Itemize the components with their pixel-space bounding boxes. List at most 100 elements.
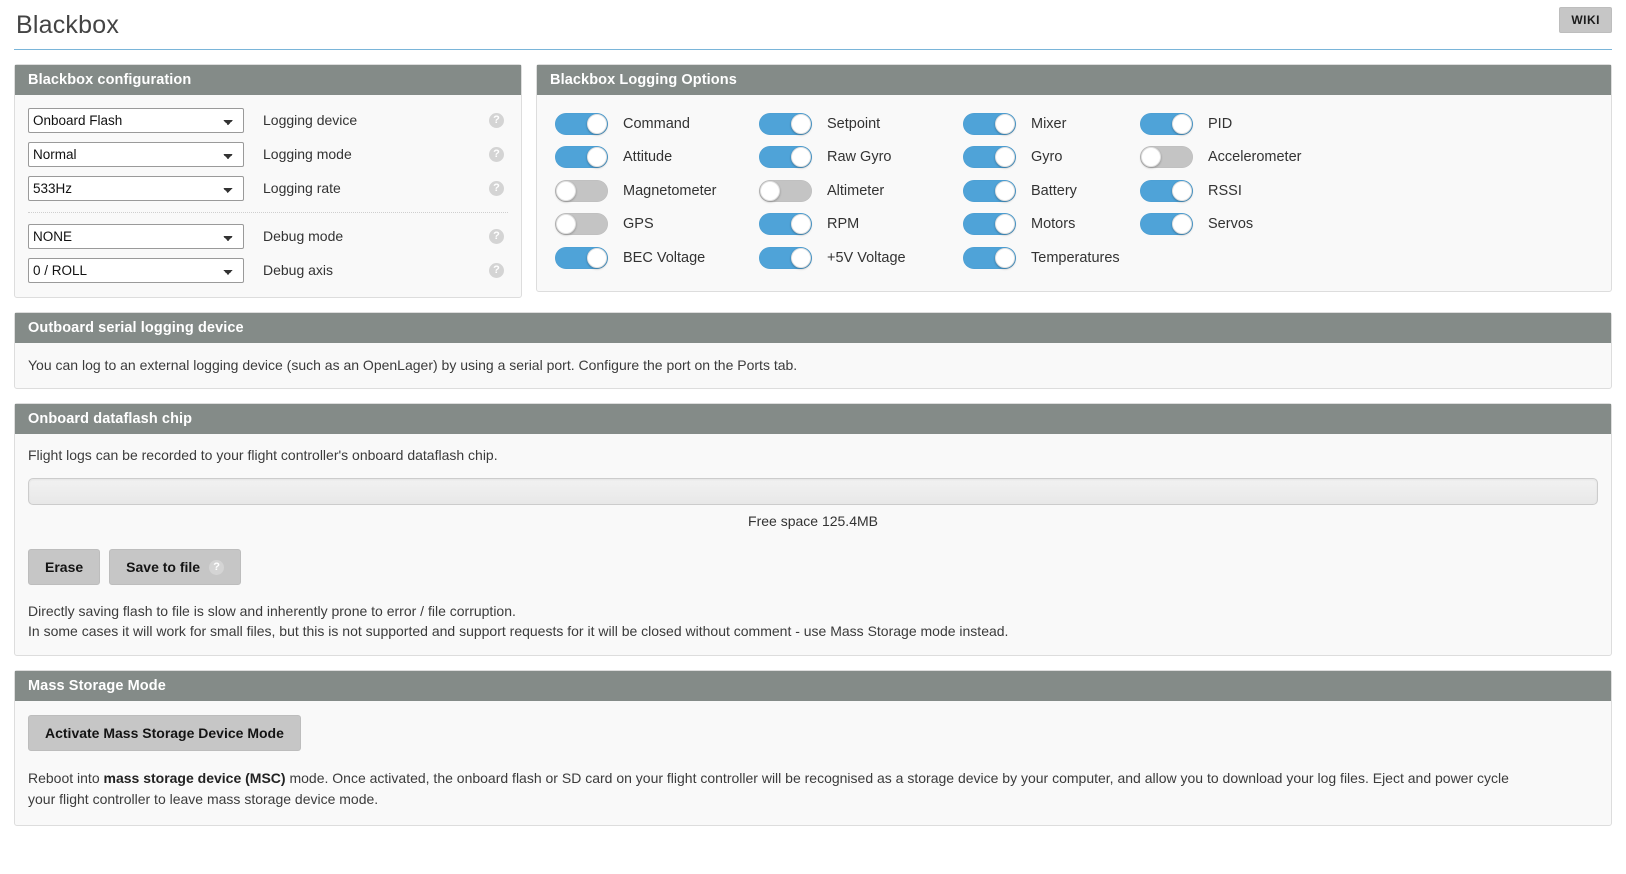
free-space-label: Free space 125.4MB: [28, 513, 1598, 529]
save-to-file-button[interactable]: Save to file ?: [109, 549, 241, 585]
toggle-knob: [995, 181, 1015, 201]
toggle-label: GPS: [623, 216, 654, 232]
help-icon[interactable]: ?: [489, 229, 504, 244]
help-icon[interactable]: ?: [489, 113, 504, 128]
mass-storage-mode-body: Activate Mass Storage Device Mode Reboot…: [15, 701, 1611, 825]
logging-option-setpoint: Setpoint: [759, 107, 963, 141]
toggle-label: Servos: [1208, 216, 1253, 232]
panel-title-outboard-serial: Outboard serial logging device: [15, 313, 1611, 343]
panel-title-mass-storage-mode: Mass Storage Mode: [15, 671, 1611, 701]
toggle-switch[interactable]: [1140, 146, 1193, 168]
toggle-knob: [1172, 181, 1192, 201]
toggle-knob: [1172, 214, 1192, 234]
logging-option-rpm: RPM: [759, 208, 963, 242]
toggle-switch[interactable]: [1140, 180, 1193, 202]
toggle-label: Altimeter: [827, 183, 884, 199]
toggle-switch[interactable]: [759, 180, 812, 202]
top-row: Blackbox configuration Onboard Flash Log…: [14, 64, 1612, 312]
debug-mode-label: Debug mode: [263, 228, 489, 244]
logging-rate-select[interactable]: 533Hz: [28, 176, 244, 201]
toggle-switch[interactable]: [555, 180, 608, 202]
debug-axis-select[interactable]: 0 / ROLL: [28, 258, 244, 283]
toggle-switch[interactable]: [555, 113, 608, 135]
toggle-switch[interactable]: [555, 247, 608, 269]
logging-option-motors: Motors: [963, 208, 1140, 242]
toggle-knob: [791, 248, 811, 268]
config-row-debug-mode: NONE Debug mode ?: [28, 219, 508, 253]
logging-option-rssi: RSSI: [1140, 174, 1598, 208]
toggle-switch[interactable]: [963, 146, 1016, 168]
help-icon[interactable]: ?: [489, 181, 504, 196]
logging-device-label: Logging device: [263, 112, 489, 128]
toggle-switch[interactable]: [759, 247, 812, 269]
help-icon[interactable]: ?: [209, 560, 224, 575]
toggle-switch[interactable]: [1140, 113, 1193, 135]
logging-mode-label: Logging mode: [263, 146, 489, 162]
activate-msc-button[interactable]: Activate Mass Storage Device Mode: [28, 715, 301, 751]
logging-option-magnetometer: Magnetometer: [555, 174, 759, 208]
blackbox-logging-options-panel: Blackbox Logging Options Command Setpoint…: [536, 64, 1612, 292]
outboard-serial-description: You can log to an external logging devic…: [28, 355, 1598, 375]
msc-description: Reboot into mass storage device (MSC) mo…: [28, 768, 1538, 810]
logging-device-select[interactable]: Onboard Flash: [28, 108, 244, 133]
logging-option-mixer: Mixer: [963, 107, 1140, 141]
toggle-label: Gyro: [1031, 149, 1062, 165]
toggle-switch[interactable]: [963, 113, 1016, 135]
toggle-switch[interactable]: [1140, 213, 1193, 235]
dataflash-warning: Directly saving flash to file is slow an…: [28, 602, 1598, 641]
toggle-switch[interactable]: [555, 213, 608, 235]
config-row-logging-device: Onboard Flash Logging device ?: [28, 103, 508, 137]
wiki-button[interactable]: WIKI: [1559, 7, 1612, 33]
logging-options-body: CommandSetpointMixerPIDAttitudeRaw GyroG…: [537, 95, 1611, 291]
panel-title-logging-options: Blackbox Logging Options: [537, 65, 1611, 95]
toggle-switch[interactable]: [759, 113, 812, 135]
toggle-label: Command: [623, 116, 690, 132]
logging-option-accelerometer: Accelerometer: [1140, 141, 1598, 175]
toggle-knob: [556, 181, 576, 201]
toggle-label: Temperatures: [1031, 250, 1120, 266]
onboard-dataflash-panel: Onboard dataflash chip Flight logs can b…: [14, 403, 1612, 656]
logging-option-gyro: Gyro: [963, 141, 1140, 175]
toggle-switch[interactable]: [759, 146, 812, 168]
logging-option-raw-gyro: Raw Gyro: [759, 141, 963, 175]
toggle-switch[interactable]: [555, 146, 608, 168]
toggle-label: +5V Voltage: [827, 250, 906, 266]
tab-header: Blackbox WIKI: [14, 0, 1612, 50]
toggle-label: Magnetometer: [623, 183, 717, 199]
toggle-knob: [1141, 147, 1161, 167]
panel-title-blackbox-configuration: Blackbox configuration: [15, 65, 521, 95]
outboard-serial-body: You can log to an external logging devic…: [15, 343, 1611, 388]
toggle-label: Motors: [1031, 216, 1075, 232]
logging-option-command: Command: [555, 107, 759, 141]
toggle-knob: [1172, 114, 1192, 134]
toggle-knob: [556, 214, 576, 234]
dataflash-description: Flight logs can be recorded to your flig…: [28, 447, 1598, 463]
help-icon[interactable]: ?: [489, 147, 504, 162]
toggle-switch[interactable]: [963, 247, 1016, 269]
logging-option-pid: PID: [1140, 107, 1598, 141]
save-to-file-label: Save to file: [126, 559, 200, 575]
logging-option-battery: Battery: [963, 174, 1140, 208]
blackbox-configuration-panel: Blackbox configuration Onboard Flash Log…: [14, 64, 522, 298]
onboard-dataflash-body: Flight logs can be recorded to your flig…: [15, 434, 1611, 655]
msc-description-emphasis: mass storage device (MSC): [104, 770, 286, 786]
toggle-label: PID: [1208, 116, 1232, 132]
debug-axis-label: Debug axis: [263, 262, 489, 278]
logging-rate-label: Logging rate: [263, 180, 489, 196]
toggle-switch[interactable]: [963, 213, 1016, 235]
toggle-switch[interactable]: [963, 180, 1016, 202]
help-icon[interactable]: ?: [489, 263, 504, 278]
dataflash-warning-line-1: Directly saving flash to file is slow an…: [28, 602, 1598, 622]
logging-option-5v-voltage: +5V Voltage: [759, 241, 963, 275]
blackbox-tab: Blackbox WIKI Blackbox configuration Onb…: [0, 0, 1626, 826]
logging-mode-select[interactable]: Normal: [28, 142, 244, 167]
outboard-serial-logging-panel: Outboard serial logging device You can l…: [14, 312, 1612, 389]
toggle-knob: [995, 248, 1015, 268]
toggle-switch[interactable]: [759, 213, 812, 235]
logging-option-gps: GPS: [555, 208, 759, 242]
config-row-logging-rate: 533Hz Logging rate ?: [28, 171, 508, 205]
debug-mode-select[interactable]: NONE: [28, 224, 244, 249]
toggle-label: RPM: [827, 216, 859, 232]
config-row-debug-axis: 0 / ROLL Debug axis ?: [28, 253, 508, 287]
erase-button[interactable]: Erase: [28, 549, 100, 585]
